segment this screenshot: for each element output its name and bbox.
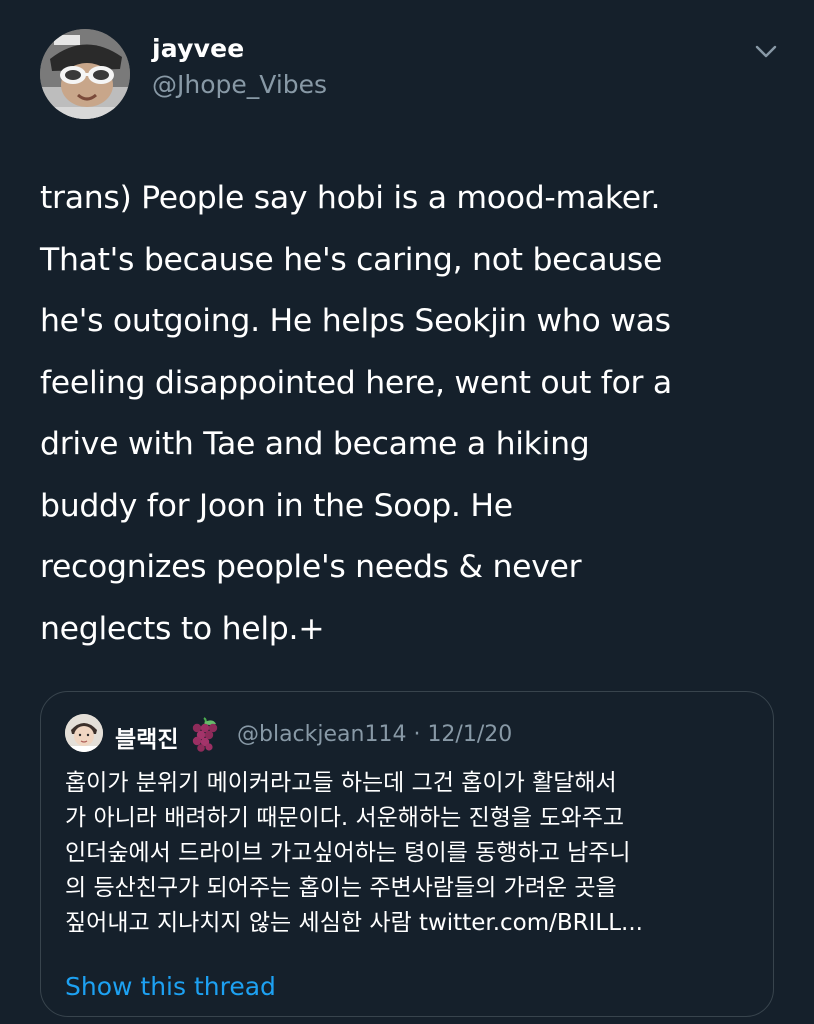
show-thread-link[interactable]: Show this thread bbox=[65, 972, 276, 1001]
quoted-text-line: 의 등산친구가 되어주는 홉이는 주변사람들의 가려운 곳을 bbox=[65, 875, 617, 901]
tweet-text-line: trans) People say hobi is a mood-maker. bbox=[40, 180, 661, 216]
tweet-text-line: That's because he's caring, not because bbox=[40, 241, 663, 278]
tweet: jayvee @Jhope_Vibes trans) People say ho… bbox=[0, 0, 814, 1024]
quoted-text-line: 짚어내고 지나치지 않는 세심한 사람 twitter.com/BRILL... bbox=[65, 910, 643, 936]
quoted-tweet-card[interactable]: 블랙진 @blackjean114 · 12/1/20 홉이가 분위기 메이커라… bbox=[40, 691, 774, 1017]
quoted-avatar-photo bbox=[65, 714, 103, 752]
grapes-icon bbox=[189, 716, 219, 752]
quoted-handle-date[interactable]: @blackjean114 · 12/1/20 bbox=[237, 722, 512, 747]
quoted-text-line: 가 아니라 배려하기 때문이다. 서운해하는 진형을 도와주고 bbox=[65, 805, 625, 831]
avatar-photo bbox=[40, 29, 130, 119]
quoted-text-line: 홉이가 분위기 메이커라고들 하는데 그건 홉이가 활달해서 bbox=[65, 770, 617, 796]
user-avatar[interactable] bbox=[40, 29, 130, 119]
tweet-text-line: he's outgoing. He helps Seokjin who was bbox=[40, 303, 671, 339]
tweet-text: trans) People say hobi is a mood-maker. … bbox=[40, 168, 790, 660]
tweet-text-line: neglects to help.+ bbox=[40, 610, 325, 647]
quoted-user-avatar[interactable] bbox=[65, 714, 103, 752]
tweet-text-line: drive with Tae and became a hiking bbox=[40, 426, 590, 462]
quoted-tweet-text: 홉이가 분위기 메이커라고들 하는데 그건 홉이가 활달해서 가 아니라 배려하… bbox=[65, 766, 765, 941]
chevron-down-icon[interactable] bbox=[752, 40, 780, 62]
display-name[interactable]: jayvee bbox=[152, 34, 244, 63]
quoted-text-line: 인더숲에서 드라이브 가고싶어하는 텽이를 동행하고 남주니 bbox=[65, 840, 631, 866]
user-handle[interactable]: @Jhope_Vibes bbox=[152, 70, 327, 99]
tweet-text-line: feeling disappointed here, went out for … bbox=[40, 364, 672, 401]
quoted-display-name[interactable]: 블랙진 bbox=[115, 720, 178, 754]
tweet-text-line: buddy for Joon in the Soop. He bbox=[40, 487, 513, 524]
tweet-text-line: recognizes people's needs & never bbox=[40, 549, 582, 585]
